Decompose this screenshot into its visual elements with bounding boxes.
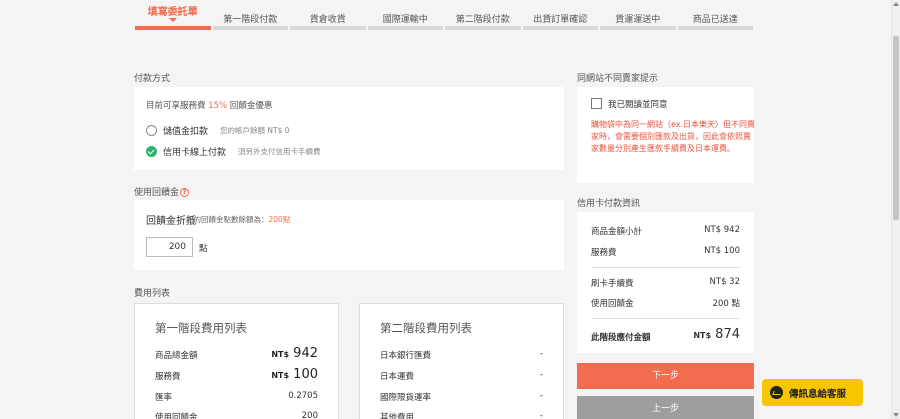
scroll-thumb[interactable] <box>893 36 899 220</box>
scroll-up-icon[interactable] <box>893 2 899 6</box>
contact-support-button[interactable]: 傳訊息給客服 <box>762 379 863 406</box>
radio-unselected-icon[interactable] <box>146 125 157 136</box>
cc-summary-card: 商品金額小計 NT$ 942 服務費 NT$ 100 刷卡手續費 NT$ 32 … <box>577 212 754 353</box>
fee-row: 其他費用 - <box>380 411 543 419</box>
step-second-payment: 第二階段付款 <box>444 0 522 30</box>
seller-notice-title: 同網站不同賣家提示 <box>577 74 659 84</box>
stage2-fee-card: 第二階段費用列表 日本銀行匯費 - 日本運費 - 國際限貨運率 - 其他費用 - <box>359 303 564 419</box>
cc-summary-title: 信用卡付款資訊 <box>577 199 641 209</box>
step-delivered: 商品已送達 <box>677 0 755 30</box>
stage1-fee-card: 第一階段費用列表 商品總金額 NT$ 942 服務費 NT$ 100 匯率 0.… <box>134 303 339 419</box>
step-label: 貨倉收貨 <box>309 15 346 25</box>
step-label: 貨運運送中 <box>615 15 661 25</box>
fee-row: 使用回饋金 200 <box>155 411 318 419</box>
scroll-down-icon[interactable] <box>893 413 899 417</box>
step-label: 第二階段付款 <box>455 15 510 25</box>
step-warehouse-receive: 貨倉收貨 <box>289 0 367 30</box>
progress-steps: 填寫委託單 第一階段付款 貨倉收貨 國際運輸中 第二階段付款 出貨訂單確認 貨運… <box>134 0 754 30</box>
rebate-unit: 點 <box>199 244 208 254</box>
fee-row: 日本銀行匯費 - <box>380 349 543 361</box>
step-delivering: 貨運運送中 <box>599 0 677 30</box>
step-fill-order: 填寫委託單 <box>134 0 212 30</box>
fee-row: 服務費 NT$ 100 <box>155 367 318 382</box>
step-first-payment: 第一階段付款 <box>212 0 290 30</box>
step-label: 出貨訂單確認 <box>533 15 588 25</box>
stage1-fee-title: 第一階段費用列表 <box>155 321 247 335</box>
payment-option-credit-card[interactable]: 信用卡線上付款 須另外支付信用卡手續費 <box>146 145 321 158</box>
prev-step-button[interactable]: 上一步 <box>577 396 754 419</box>
contact-support-label: 傳訊息給客服 <box>789 388 847 400</box>
step-order-confirm: 出貨訂單確認 <box>522 0 600 30</box>
fee-row: 日本運費 - <box>380 370 543 382</box>
active-step-caret-icon <box>168 18 177 22</box>
payment-section-title: 付款方式 <box>134 74 171 84</box>
check-circle-icon[interactable] <box>146 146 157 157</box>
step-label: 第一階段付款 <box>223 15 278 25</box>
stage2-fee-title: 第二階段費用列表 <box>380 321 472 335</box>
promo-rate: 15% <box>208 101 228 111</box>
service-fee-promo: 目前可享服務費 15% 回饋金優惠 <box>146 101 273 111</box>
messenger-icon <box>770 386 783 399</box>
rebate-balance-note: 您的回饋金點數餘額為：200點 <box>186 215 291 224</box>
next-step-button[interactable]: 下一步 <box>577 363 754 389</box>
fees-section-title: 費用列表 <box>134 289 171 299</box>
agree-label[interactable]: 我已閱讀並同意 <box>608 98 668 110</box>
fee-row: 匯率 0.2705 <box>155 391 318 403</box>
page-scrollbar[interactable] <box>891 0 900 419</box>
summary-divider <box>591 267 740 268</box>
rebate-card: 回饋金折抵 您的回饋金點數餘額為：200點 點 <box>134 200 564 270</box>
fee-row: 商品總金額 NT$ 942 <box>155 346 318 361</box>
payment-option-wallet[interactable]: 儲值金扣款 您的帳戶餘額 NT$ 0 <box>146 124 290 137</box>
step-label: 填寫委託單 <box>147 7 198 18</box>
payment-method-card: 目前可享服務費 15% 回饋金優惠 儲值金扣款 您的帳戶餘額 NT$ 0 信用卡… <box>134 87 564 170</box>
seller-warning-text: 購物袋中為同一網站（ex.日本樂天）但不同賣家時，會需要個別匯款及出貨，因此會依… <box>591 120 756 153</box>
rebate-section-title: 使用回饋金? <box>134 185 190 198</box>
rebate-points-input[interactable] <box>146 237 193 257</box>
agree-checkbox[interactable] <box>591 98 602 109</box>
step-label: 國際運輸中 <box>382 15 428 25</box>
help-question-icon[interactable]: ? <box>180 188 190 197</box>
step-intl-shipping: 國際運輸中 <box>367 0 445 30</box>
fee-row: 國際限貨運率 - <box>380 391 543 403</box>
summary-divider <box>591 318 740 319</box>
seller-notice-card: 我已閱讀並同意 購物袋中為同一網站（ex.日本樂天）但不同賣家時，會需要個別匯款… <box>577 87 756 183</box>
step-label: 商品已送達 <box>692 15 738 25</box>
